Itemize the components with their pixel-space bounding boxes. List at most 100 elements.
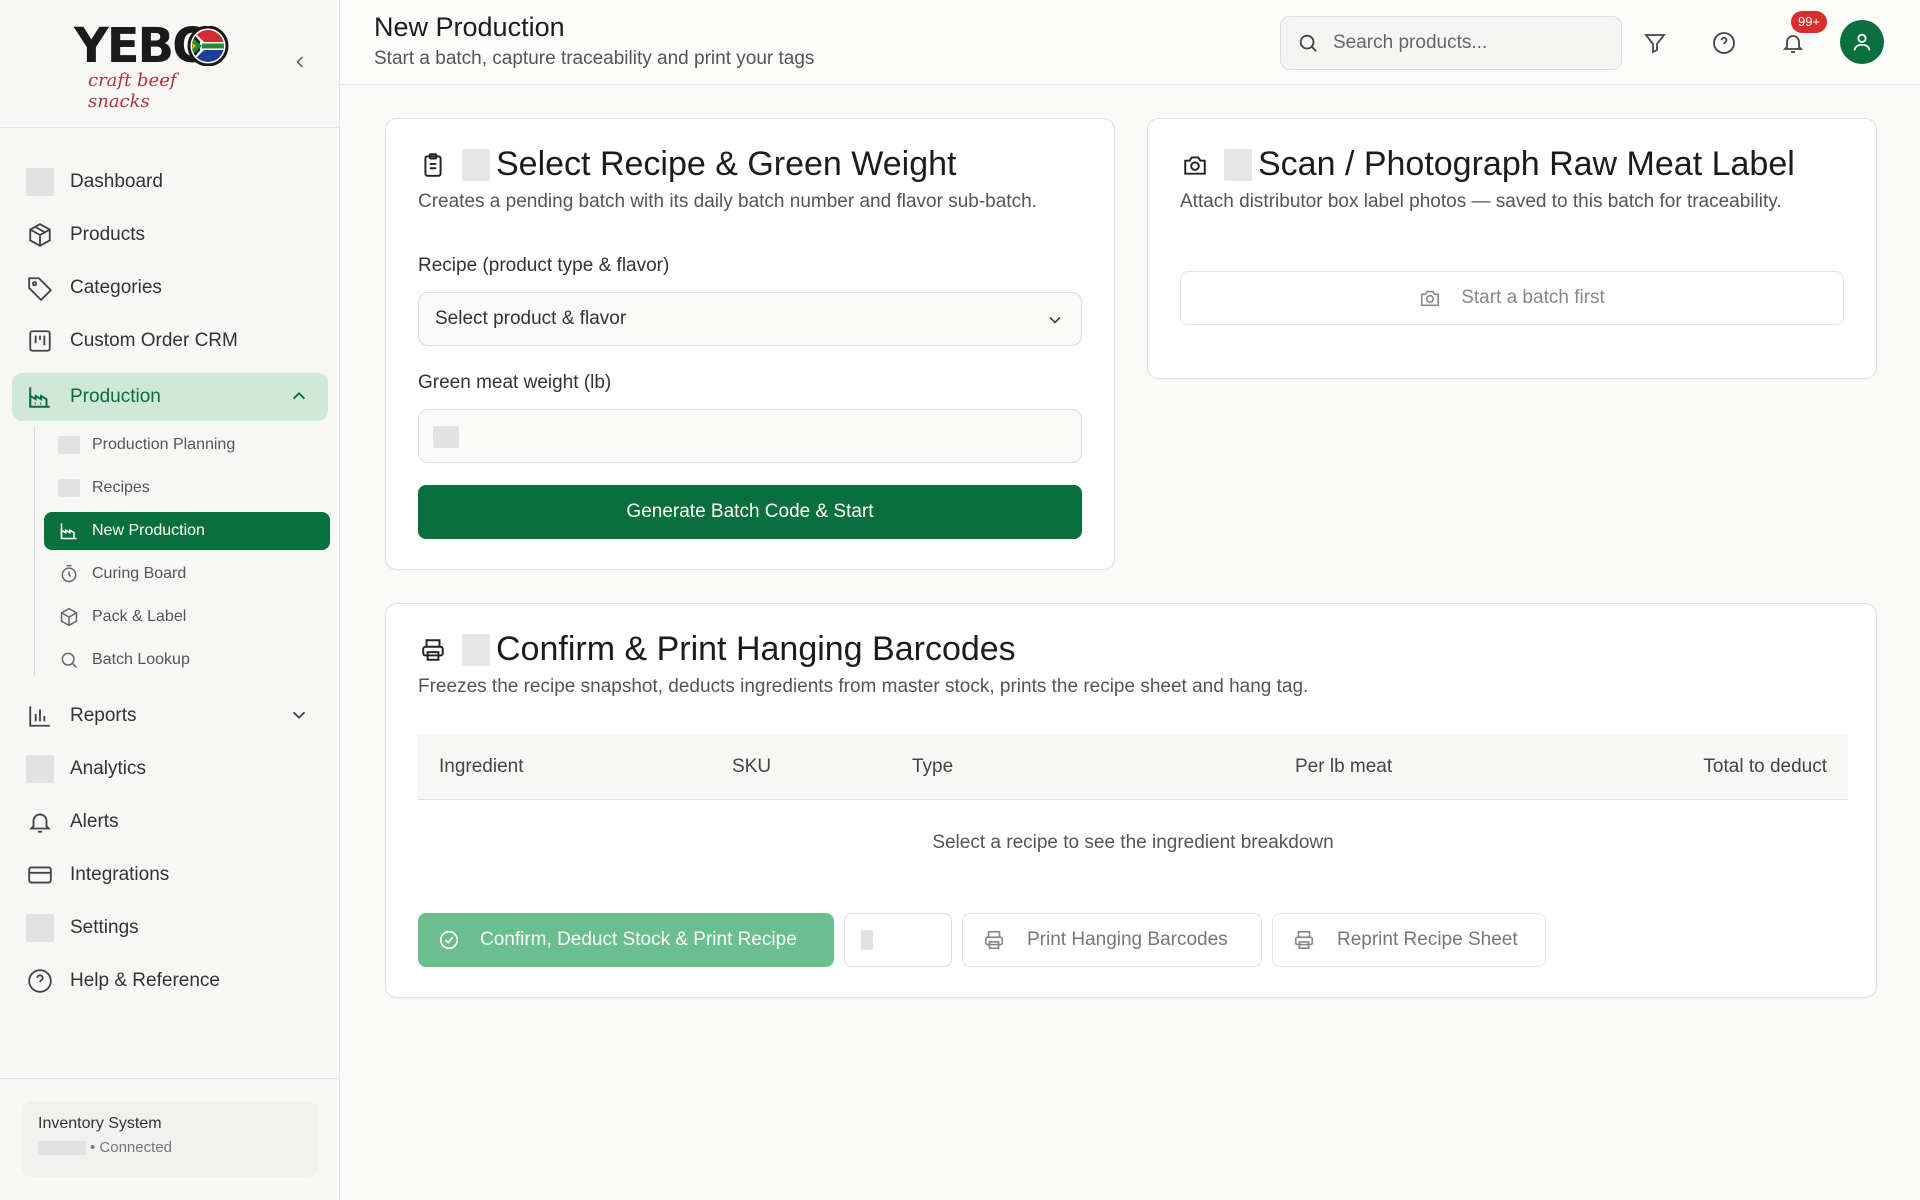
factory-icon <box>29 387 50 408</box>
box-icon <box>29 223 51 247</box>
help-circle-icon <box>1713 32 1735 54</box>
sidebar-item-label: Help & Reference <box>70 970 220 991</box>
column-header: Type <box>912 735 1295 800</box>
sidebar-item-reports[interactable]: Reports <box>12 692 328 740</box>
confirm-card: Confirm & Print Hanging Barcodes Freezes… <box>385 603 1877 998</box>
sidebar-item-settings[interactable]: Settings <box>12 904 328 952</box>
sidebar-subitem-batch-lookup[interactable]: Batch Lookup <box>44 641 330 679</box>
check-circle-icon <box>439 930 459 950</box>
green-weight-input[interactable] <box>418 409 1082 463</box>
confirm-card-title-row: Confirm & Print Hanging Barcodes <box>418 630 1016 669</box>
sidebar-item-label: Categories <box>70 277 162 298</box>
scan-card-title-row: Scan / Photograph Raw Meat Label <box>1180 145 1795 184</box>
top-header: New Production Start a batch, capture tr… <box>340 0 1920 85</box>
sidebar-item-alerts[interactable]: Alerts <box>12 798 328 846</box>
kanban-icon <box>29 330 51 352</box>
confirm-deduct-print-button[interactable]: Confirm, Deduct Stock & Print Recipe <box>418 913 834 967</box>
sidebar-item-integrations[interactable]: Integrations <box>12 851 328 899</box>
sidebar-footer: Inventory System • Connected <box>0 1078 340 1200</box>
chevron-up-icon <box>292 391 306 400</box>
bell-icon <box>29 813 51 833</box>
sidebar-item-custom-order-crm[interactable]: Custom Order CRM <box>12 317 328 365</box>
page-subtitle: Start a batch, capture traceability and … <box>374 48 815 69</box>
collapse-sidebar-button[interactable] <box>288 52 312 76</box>
print-hanging-barcodes-button[interactable]: Print Hanging Barcodes <box>962 913 1262 967</box>
package-icon <box>60 607 78 627</box>
generate-batch-button[interactable]: Generate Batch Code & Start <box>418 485 1082 539</box>
column-header: SKU <box>732 735 912 800</box>
sidebar-item-label: Dashboard <box>70 171 163 192</box>
sidebar-subitem-new-production[interactable]: New Production <box>44 512 330 550</box>
sidebar-item-label: Analytics <box>70 758 147 779</box>
sidebar-item-categories[interactable]: Categories <box>12 264 328 312</box>
printer-icon <box>422 638 444 661</box>
sidebar-item-label: Settings <box>70 917 139 938</box>
tag-quantity-input[interactable] <box>844 913 952 967</box>
ingredient-table: Ingredient SKU Type Per lb meat Total to… <box>418 735 1848 800</box>
confirm-button-label: Confirm, Deduct Stock & Print Recipe <box>480 929 797 950</box>
search-icon <box>61 652 78 669</box>
sidebar-subitem-recipes[interactable]: Recipes <box>44 469 330 507</box>
sidebar-item-dashboard[interactable]: Dashboard <box>12 158 328 206</box>
user-icon <box>1853 33 1871 51</box>
print-barcodes-label: Print Hanging Barcodes <box>1027 929 1228 950</box>
column-header: Per lb meat <box>1295 735 1545 800</box>
recipe-card: Select Recipe & Green Weight Creates a p… <box>385 118 1115 570</box>
connection-status-text: • Connected <box>90 1139 172 1156</box>
production-planning-icon <box>58 436 80 454</box>
printer-icon <box>984 930 1004 950</box>
analytics-icon <box>26 755 54 783</box>
sidebar-item-analytics[interactable]: Analytics <box>12 745 328 793</box>
tag-icon <box>28 277 53 301</box>
status-indicator-icon <box>38 1140 86 1155</box>
recipe-card-title: Select Recipe & Green Weight <box>496 145 957 183</box>
sidebar: YEBO craft beef snacks Dashboard Product… <box>0 0 340 1200</box>
column-header: Ingredient <box>418 735 732 800</box>
recipe-card-description: Creates a pending batch with its daily b… <box>418 191 1037 212</box>
scan-card-title: Scan / Photograph Raw Meat Label <box>1258 145 1795 183</box>
help-button[interactable] <box>1709 28 1739 58</box>
sidebar-subitem-label: New Production <box>92 522 205 539</box>
logo-area: YEBO craft beef snacks <box>0 0 339 128</box>
chevron-down-icon <box>1049 316 1061 324</box>
chevron-down-icon <box>292 711 306 720</box>
search-icon <box>1299 34 1317 52</box>
card-icon <box>28 866 52 884</box>
subnav-divider <box>34 426 35 676</box>
notification-badge: 99+ <box>1791 11 1827 33</box>
reprint-recipe-sheet-button[interactable]: Reprint Recipe Sheet <box>1272 913 1546 967</box>
sidebar-item-production[interactable]: Production <box>12 373 328 421</box>
sidebar-subitem-curing-board[interactable]: Curing Board <box>44 555 330 593</box>
sidebar-item-label: Custom Order CRM <box>70 330 238 351</box>
printer-icon <box>1294 930 1314 950</box>
confirm-card-title-image <box>462 633 490 666</box>
sidebar-subitem-pack-label[interactable]: Pack & Label <box>44 598 330 636</box>
sidebar-item-label: Integrations <box>70 864 170 885</box>
bar-chart-icon <box>29 706 50 727</box>
filter-button[interactable] <box>1640 28 1670 58</box>
search-box[interactable] <box>1280 16 1622 70</box>
user-avatar[interactable] <box>1840 20 1884 64</box>
chevron-left-icon <box>296 56 304 68</box>
dashboard-icon <box>26 168 54 196</box>
page-title: New Production <box>374 12 565 42</box>
sidebar-item-label: Reports <box>70 705 137 726</box>
clipboard-icon <box>424 152 442 177</box>
sidebar-subitem-label: Production Planning <box>92 436 236 453</box>
camera-icon <box>1421 290 1440 307</box>
weight-input-value-icon <box>433 426 459 448</box>
search-input[interactable] <box>1333 32 1593 54</box>
sidebar-item-help[interactable]: Help & Reference <box>12 957 328 1005</box>
sidebar-subitem-production-planning[interactable]: Production Planning <box>44 426 330 464</box>
column-header: Total to deduct <box>1545 735 1848 800</box>
recipe-select-value: Select product & flavor <box>435 308 627 329</box>
start-batch-first-button[interactable]: Start a batch first <box>1180 271 1844 325</box>
confirm-card-title: Confirm & Print Hanging Barcodes <box>496 630 1016 668</box>
sidebar-subitem-label: Curing Board <box>92 565 187 582</box>
connection-status: • Connected <box>38 1139 302 1156</box>
brand-logo[interactable]: YEBO craft beef snacks <box>74 18 234 112</box>
reprint-recipe-label: Reprint Recipe Sheet <box>1337 929 1518 950</box>
sidebar-item-products[interactable]: Products <box>12 211 328 259</box>
weight-field-label: Green meat weight (lb) <box>418 372 612 393</box>
recipe-select[interactable]: Select product & flavor <box>418 292 1082 346</box>
